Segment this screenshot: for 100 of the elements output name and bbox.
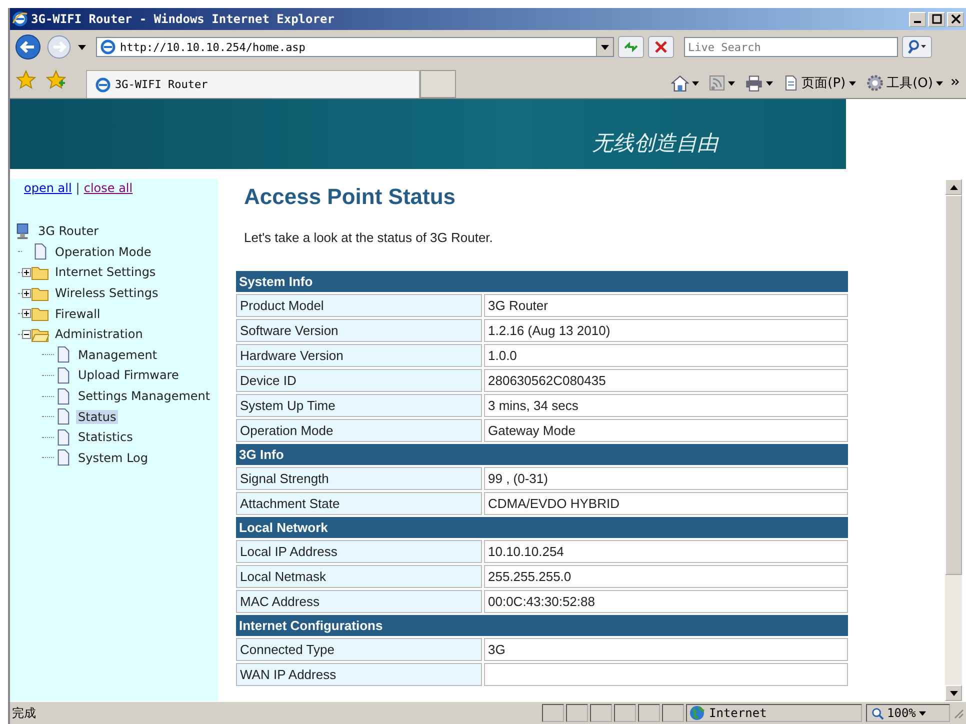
refresh-button[interactable] xyxy=(618,36,644,58)
link-separator: | xyxy=(76,181,80,195)
search-button[interactable] xyxy=(902,36,932,58)
expand-icon[interactable] xyxy=(22,309,31,318)
banner-slogan: 无线创造自由 xyxy=(592,130,718,157)
zone-label: Internet xyxy=(709,706,767,720)
window-title: 3G-WIFI Router - Windows Internet Explorer xyxy=(31,12,336,26)
zoom-icon xyxy=(871,706,884,720)
field-value: 255.255.255.0 xyxy=(484,565,848,588)
close-button[interactable] xyxy=(947,12,964,26)
tree-item[interactable]: Administration xyxy=(53,327,145,342)
field-label: Software Version xyxy=(236,319,482,342)
feed-button[interactable] xyxy=(706,75,737,91)
home-button[interactable] xyxy=(668,74,701,92)
back-button[interactable] xyxy=(14,33,42,61)
address-field[interactable]: http://10.10.10.254/home.asp xyxy=(96,37,614,57)
expand-icon[interactable] xyxy=(22,268,31,277)
field-label: Operation Mode xyxy=(236,419,482,442)
printer-icon xyxy=(744,74,763,92)
field-label: Product Model xyxy=(236,294,482,317)
history-caret-icon[interactable] xyxy=(78,44,86,50)
tree-item[interactable]: Upload Firmware xyxy=(76,368,181,382)
maximize-icon xyxy=(932,14,942,24)
open-all-link[interactable]: open all xyxy=(24,181,72,195)
gear-icon xyxy=(866,74,884,92)
scroll-down-button[interactable] xyxy=(945,685,962,701)
tab-title: 3G-WIFI Router xyxy=(115,78,208,91)
tree-item[interactable]: Management xyxy=(76,348,160,362)
field-value: CDMA/EVDO HYBRID xyxy=(484,492,848,515)
field-label: Attachment State xyxy=(236,492,482,515)
zoom-button[interactable]: 100% xyxy=(866,704,950,722)
section-header: 3G Info xyxy=(236,444,848,465)
status-pane xyxy=(662,704,684,722)
section-header: Internet Configurations xyxy=(236,615,848,636)
search-field[interactable]: Live Search xyxy=(684,37,898,57)
page-menu[interactable]: 页面(P) xyxy=(780,74,858,92)
stop-button[interactable] xyxy=(648,36,674,58)
field-label: Device ID xyxy=(236,369,482,392)
tree-item[interactable]: Status xyxy=(76,410,118,424)
close-all-link[interactable]: close all xyxy=(84,181,133,195)
stop-icon xyxy=(653,39,669,55)
caret-icon xyxy=(601,44,609,50)
field-value: 280630562C080435 xyxy=(484,369,848,392)
intro-text: Let's take a look at the status of 3G Router. xyxy=(244,230,494,245)
field-value: 10.10.10.254 xyxy=(484,540,848,563)
caret-icon xyxy=(848,80,856,86)
caret-icon xyxy=(918,710,926,716)
tree-item[interactable]: Wireless Settings xyxy=(53,286,160,300)
folder-icon xyxy=(31,305,49,322)
status-pane xyxy=(638,704,660,722)
page-title: Access Point Status xyxy=(244,184,457,210)
field-value: 00:0C:43:30:52:88 xyxy=(484,590,848,613)
tree-item[interactable]: Firewall xyxy=(53,306,102,321)
favorites-star-icon[interactable] xyxy=(16,70,36,90)
tree-item[interactable]: Statistics xyxy=(76,430,135,444)
status-pane xyxy=(566,704,588,722)
field-label: Signal Strength xyxy=(236,467,482,490)
section-header: System Info xyxy=(236,271,848,292)
collapse-icon[interactable] xyxy=(22,330,31,339)
browser-logo-icon xyxy=(12,11,28,27)
status-text: 完成 xyxy=(11,704,37,722)
caret-icon xyxy=(936,80,943,86)
field-label: Hardware Version xyxy=(236,344,482,367)
caret-icon xyxy=(692,80,699,86)
scrollbar[interactable] xyxy=(945,179,962,701)
feed-icon xyxy=(708,75,725,91)
field-label: System Up Time xyxy=(236,394,482,417)
tree-item[interactable]: Internet Settings xyxy=(53,265,158,280)
status-pane xyxy=(590,704,612,722)
browser-tab[interactable]: 3G-WIFI Router xyxy=(86,70,420,98)
section-header: Local Network xyxy=(236,517,848,538)
refresh-icon xyxy=(623,39,639,55)
field-value: 1.0.0 xyxy=(484,344,848,367)
status-pane xyxy=(542,704,564,722)
dropdown-button[interactable] xyxy=(596,38,613,56)
tools-menu[interactable]: 工具(O) xyxy=(864,74,945,92)
close-icon xyxy=(950,14,960,24)
field-value: 3 mins, 34 secs xyxy=(484,394,848,417)
up-arrow-icon xyxy=(950,184,958,190)
caret-icon xyxy=(766,80,773,86)
field-value: 1.2.16 (Aug 13 2010) xyxy=(484,319,848,342)
tree-item[interactable]: Settings Management xyxy=(76,389,212,404)
resize-grip-icon[interactable] xyxy=(952,707,964,719)
minimize-button[interactable] xyxy=(909,12,926,26)
globe-icon xyxy=(689,705,705,721)
tree-item[interactable]: Operation Mode xyxy=(53,244,154,259)
caret-icon xyxy=(728,80,735,86)
field-label: Local IP Address xyxy=(236,540,482,563)
down-arrow-icon xyxy=(950,690,958,696)
home-icon xyxy=(670,74,689,92)
field-label: MAC Address xyxy=(236,590,482,613)
tree-item[interactable]: System Log xyxy=(76,450,150,465)
scroll-thumb[interactable] xyxy=(945,195,962,575)
status-pane xyxy=(614,704,636,722)
expand-icon[interactable] xyxy=(22,288,31,298)
field-value: Gateway Mode xyxy=(484,419,848,442)
field-label: Local Netmask xyxy=(236,565,482,588)
scroll-up-button[interactable] xyxy=(945,179,962,195)
tree-item[interactable]: 3G Router xyxy=(36,224,101,238)
maximize-button[interactable] xyxy=(928,12,945,26)
